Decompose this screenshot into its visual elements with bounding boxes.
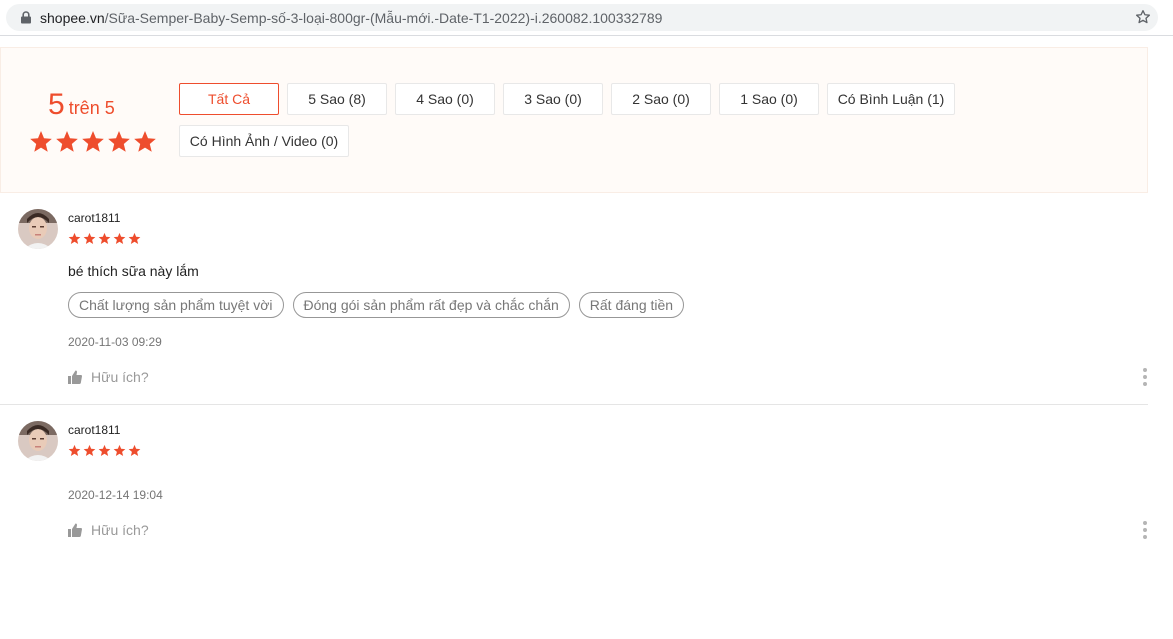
url-path: /Sữa-Semper-Baby-Semp-số-3-loại-800gr-(M… (104, 10, 663, 26)
review-tag: Rất đáng tiền (578, 292, 685, 318)
average-stars (29, 130, 157, 153)
bookmark-star-icon[interactable] (1135, 9, 1151, 25)
avatar[interactable] (18, 209, 58, 249)
star-icon (30, 131, 52, 152)
star-icon (68, 444, 81, 457)
url-host: shopee.vn (40, 10, 105, 26)
review-stars (68, 444, 141, 457)
avatar[interactable] (18, 421, 58, 461)
star-icon (113, 232, 126, 245)
filter-with-comment-button[interactable]: Có Bình Luận (1) (827, 83, 955, 115)
star-icon (113, 444, 126, 457)
star-icon (83, 444, 96, 457)
browser-address-bar: shopee.vn/Sữa-Semper-Baby-Semp-số-3-loại… (0, 0, 1173, 36)
helpful-label: Hữu ích? (91, 369, 149, 385)
star-icon (134, 131, 156, 152)
reviewer-username[interactable]: carot1811 (68, 211, 120, 225)
review-comment: bé thích sữa này lắm (68, 263, 199, 279)
score-suffix: trên 5 (68, 98, 115, 118)
review-tag: Chất lượng sản phẩm tuyệt vời (68, 292, 284, 318)
avatar-image (18, 209, 58, 249)
helpful-button[interactable]: Hữu ích? (68, 522, 149, 538)
helpful-button[interactable]: Hữu ích? (68, 369, 149, 385)
url-text: shopee.vn/Sữa-Semper-Baby-Semp-số-3-loại… (40, 10, 662, 26)
star-icon (82, 131, 104, 152)
star-icon (128, 444, 141, 457)
star-icon (128, 232, 141, 245)
star-icon (83, 232, 96, 245)
rating-overview: 5 trên 5 Tất Cả 5 Sao (8) 4 Sao (0) 3 Sao… (0, 47, 1148, 193)
review-tags: Chất lượng sản phẩm tuyệt vời Đóng gói s… (68, 292, 685, 318)
filter-1-star-button[interactable]: 1 Sao (0) (719, 83, 819, 115)
filter-with-media-button[interactable]: Có Hình Ảnh / Video (0) (179, 125, 349, 157)
thumbs-up-icon (68, 370, 82, 384)
avatar-image (18, 421, 58, 461)
filter-3-star-button[interactable]: 3 Sao (0) (503, 83, 603, 115)
filter-2-star-button[interactable]: 2 Sao (0) (611, 83, 711, 115)
score-value: 5 (48, 88, 65, 121)
review-divider (0, 404, 1148, 405)
review-date: 2020-11-03 09:29 (68, 335, 162, 349)
star-icon (68, 232, 81, 245)
review-date: 2020-12-14 19:04 (68, 488, 163, 502)
lock-icon (21, 11, 31, 24)
filter-all-button[interactable]: Tất Cả (179, 83, 279, 115)
star-icon (98, 232, 111, 245)
review-item: carot1811 2020-12-14 19:04 Hữu ích? (0, 406, 1148, 556)
more-options-icon[interactable] (1140, 521, 1150, 539)
review-stars (68, 232, 141, 245)
star-icon (108, 131, 130, 152)
more-options-icon[interactable] (1140, 368, 1150, 386)
review-item: carot1811 bé thích sữa này lắm Chất lượn… (0, 194, 1148, 404)
review-tag: Đóng gói sản phẩm rất đẹp và chắc chắn (292, 292, 570, 318)
star-icon (98, 444, 111, 457)
url-field[interactable]: shopee.vn/Sữa-Semper-Baby-Semp-số-3-loại… (6, 4, 1158, 31)
thumbs-up-icon (68, 523, 82, 537)
filter-4-star-button[interactable]: 4 Sao (0) (395, 83, 495, 115)
star-icon (56, 131, 78, 152)
helpful-label: Hữu ích? (91, 522, 149, 538)
reviewer-username[interactable]: carot1811 (68, 423, 120, 437)
average-score: 5 trên 5 (48, 88, 115, 122)
filter-5-star-button[interactable]: 5 Sao (8) (287, 83, 387, 115)
